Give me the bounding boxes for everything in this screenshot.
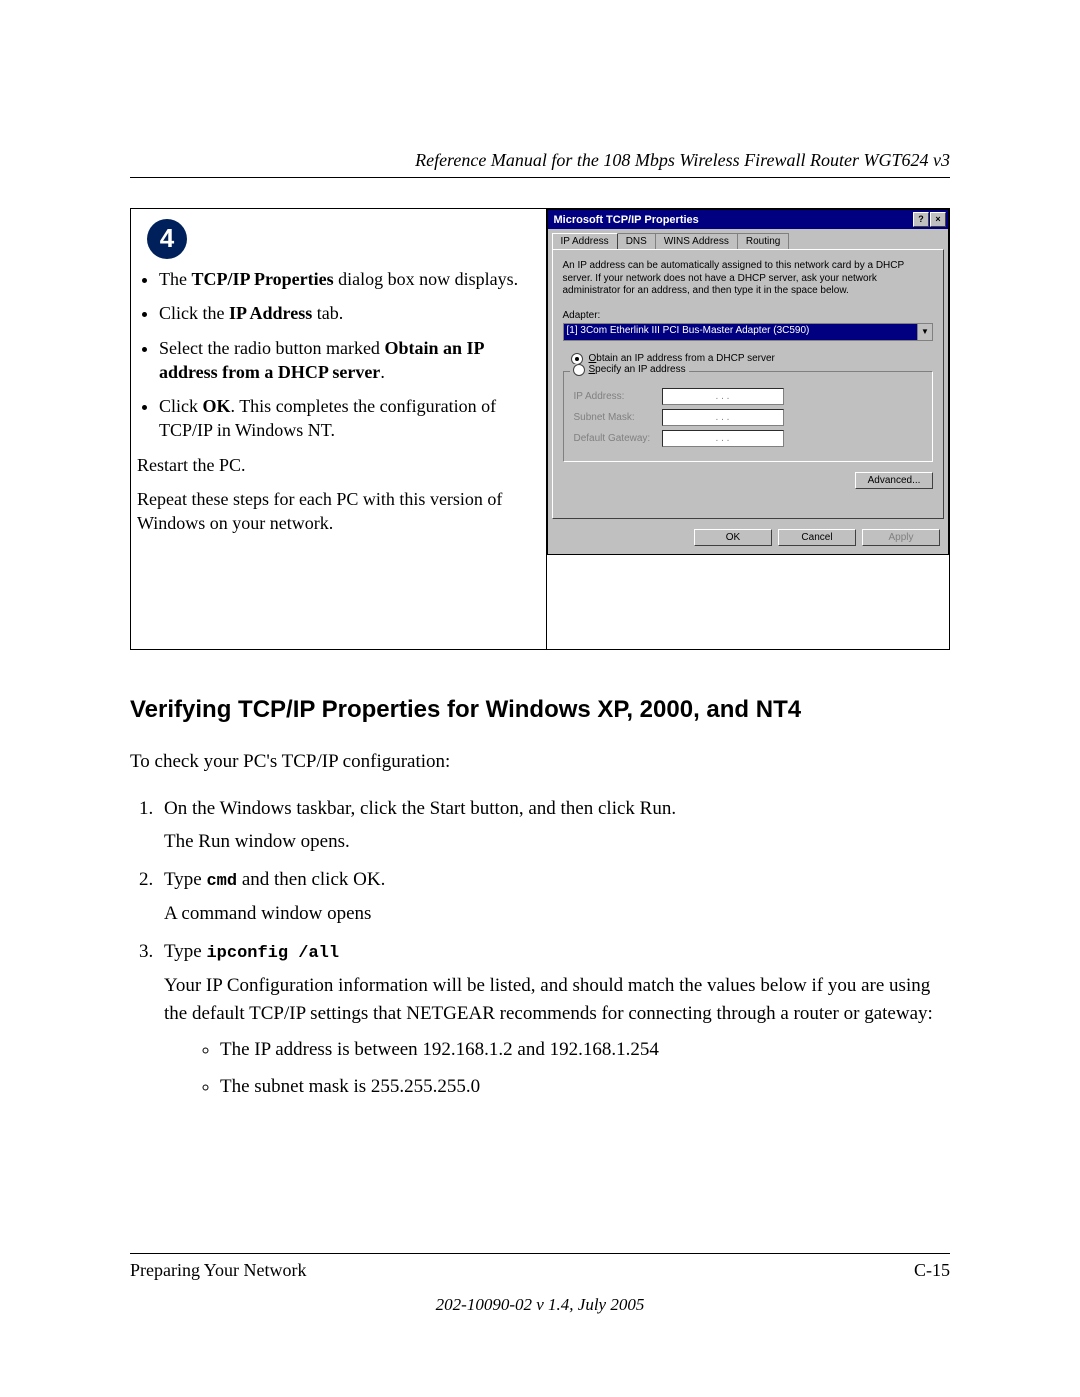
code-cmd: cmd bbox=[206, 872, 237, 891]
instructions-column: 4 The TCP/IP Properties dialog box now d… bbox=[131, 209, 547, 649]
default-gateway-label: Default Gateway: bbox=[574, 433, 654, 444]
radio-icon bbox=[573, 364, 585, 376]
adapter-selected: [1] 3Com Etherlink III PCI Bus-Master Ad… bbox=[564, 324, 918, 340]
tab-routing[interactable]: Routing bbox=[737, 233, 789, 249]
section-intro: To check your PC's TCP/IP configuration: bbox=[130, 748, 950, 776]
tcpip-properties-dialog: Microsoft TCP/IP Properties ? × IP Addre… bbox=[547, 209, 950, 555]
step-number-badge: 4 bbox=[147, 219, 187, 259]
step-detail: The Run window opens. bbox=[164, 828, 950, 856]
instruction-item: Click OK. This completes the configurati… bbox=[159, 394, 540, 443]
footer-section-name: Preparing Your Network bbox=[130, 1260, 306, 1281]
tab-strip: IP Address DNS WINS Address Routing bbox=[548, 229, 949, 249]
page-header: Reference Manual for the 108 Mbps Wirele… bbox=[130, 150, 950, 171]
tab-dns[interactable]: DNS bbox=[617, 233, 656, 249]
section-heading: Verifying TCP/IP Properties for Windows … bbox=[130, 696, 950, 724]
radio-label: Specify an IP address bbox=[589, 364, 686, 375]
ip-address-label: IP Address: bbox=[574, 391, 654, 402]
step-detail: A command window opens bbox=[164, 900, 950, 928]
apply-button[interactable]: Apply bbox=[862, 529, 940, 546]
dialog-info-text: An IP address can be automatically assig… bbox=[563, 260, 934, 298]
screenshot-column: Microsoft TCP/IP Properties ? × IP Addre… bbox=[547, 209, 950, 649]
chevron-down-icon[interactable]: ▼ bbox=[917, 324, 932, 340]
step-detail: Your IP Configuration information will b… bbox=[164, 972, 950, 1027]
subnet-mask-label: Subnet Mask: bbox=[574, 412, 654, 423]
step-table: 4 The TCP/IP Properties dialog box now d… bbox=[130, 208, 950, 650]
code-ipconfig: ipconfig /all bbox=[206, 944, 339, 963]
step-item: Type ipconfig /all Your IP Configuration… bbox=[158, 938, 950, 1101]
instruction-item: Click the IP Address tab. bbox=[159, 301, 540, 325]
repeat-text: Repeat these steps for each PC with this… bbox=[137, 487, 540, 536]
close-icon[interactable]: × bbox=[930, 212, 946, 227]
instruction-item: Select the radio button marked Obtain an… bbox=[159, 336, 540, 385]
help-icon[interactable]: ? bbox=[913, 212, 929, 227]
step-item: Type cmd and then click OK. A command wi… bbox=[158, 866, 950, 928]
default-gateway-field[interactable]: . . . bbox=[662, 430, 784, 447]
expected-values-list: The IP address is between 192.168.1.2 an… bbox=[180, 1036, 950, 1101]
step-item: On the Windows taskbar, click the Start … bbox=[158, 795, 950, 856]
adapter-dropdown[interactable]: [1] 3Com Etherlink III PCI Bus-Master Ad… bbox=[563, 323, 934, 341]
tab-wins-address[interactable]: WINS Address bbox=[655, 233, 738, 249]
footer-doc-id: 202-10090-02 v 1.4, July 2005 bbox=[130, 1295, 950, 1315]
restart-text: Restart the PC. bbox=[137, 453, 540, 477]
radio-specify-ip[interactable]: Specify an IP address Specify an IP addr… bbox=[570, 364, 689, 376]
dialog-title: Microsoft TCP/IP Properties bbox=[554, 214, 699, 226]
cancel-button[interactable]: Cancel bbox=[778, 529, 856, 546]
expected-value-item: The IP address is between 192.168.1.2 an… bbox=[220, 1036, 950, 1064]
ip-address-field[interactable]: . . . bbox=[662, 388, 784, 405]
subnet-mask-field[interactable]: . . . bbox=[662, 409, 784, 426]
footer-rule bbox=[130, 1253, 950, 1254]
tab-panel: An IP address can be automatically assig… bbox=[552, 249, 945, 519]
radio-label: OObtain an IP address from a DHCP server… bbox=[589, 353, 775, 364]
dialog-titlebar: Microsoft TCP/IP Properties ? × bbox=[548, 210, 949, 229]
expected-value-item: The subnet mask is 255.255.255.0 bbox=[220, 1073, 950, 1101]
ok-button[interactable]: OK bbox=[694, 529, 772, 546]
page-footer: Preparing Your Network C-15 202-10090-02… bbox=[130, 1253, 950, 1315]
adapter-label: Adapter: bbox=[563, 310, 934, 321]
verification-steps: On the Windows taskbar, click the Start … bbox=[130, 795, 950, 1101]
header-rule bbox=[130, 177, 950, 178]
footer-page-number: C-15 bbox=[914, 1260, 950, 1281]
instruction-item: The TCP/IP Properties dialog box now dis… bbox=[159, 267, 540, 291]
tab-ip-address[interactable]: IP Address bbox=[552, 233, 618, 249]
specify-ip-group: Specify an IP address Specify an IP addr… bbox=[563, 371, 934, 462]
advanced-button[interactable]: Advanced... bbox=[855, 472, 933, 489]
